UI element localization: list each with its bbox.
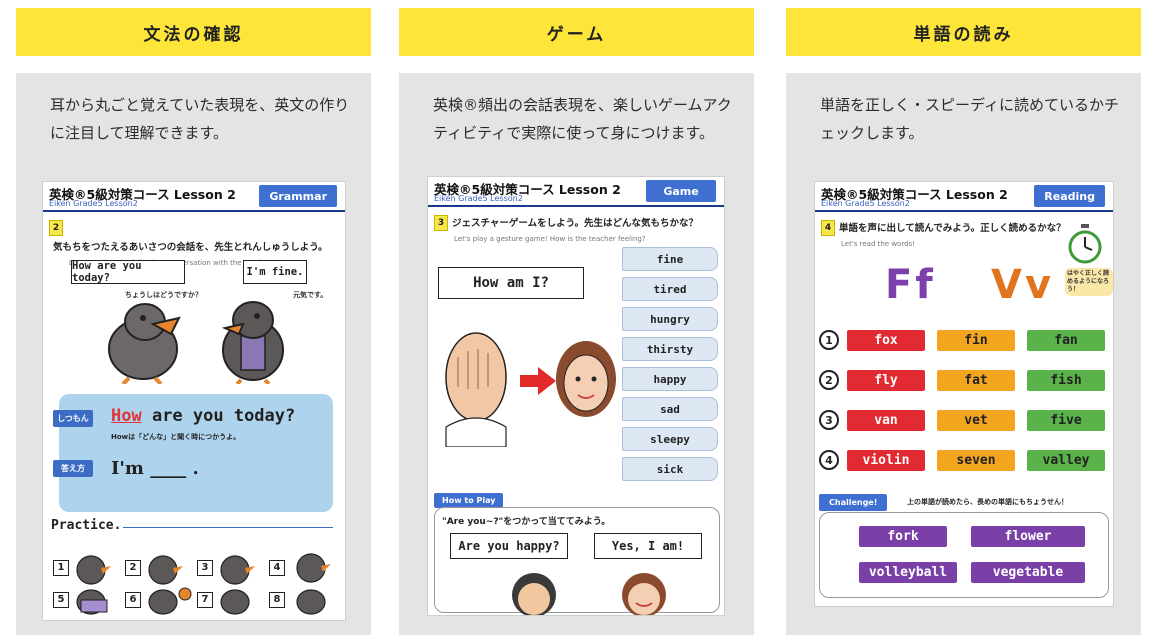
feeling-word-tab[interactable]: sick [622,457,718,481]
word-cell-v[interactable]: vet [937,410,1015,431]
word-cell-v[interactable]: five [1027,410,1105,431]
practice-heading: Practice. [51,518,122,533]
speech-bubble-teacher: How am I? [438,267,584,299]
lesson-screenshot-game: 英検®5級対策コース Lesson 2 Eiken Grade5 Lesson2… [427,176,725,616]
grammar-answer: I'm ____ . [111,458,199,479]
row-number: 4 [819,450,839,470]
word-cell-f[interactable]: fin [937,330,1015,351]
word-cell-f[interactable]: fish [1027,370,1105,391]
word-cell-f[interactable]: fan [1027,330,1105,351]
feeling-word-tab[interactable]: happy [622,367,718,391]
children-faces-illustration [512,573,666,615]
question-text: 単語を声に出して読んでみよう。正しく読めるかな？ [839,223,1066,234]
column-description: 単語を正しく・スピーディに読めているかチェックします。 [820,96,1119,142]
challenge-word[interactable]: vegetable [971,562,1085,583]
column-title: 単語の読み [786,8,1141,56]
question-number: 4 [821,220,835,236]
challenge-word[interactable]: fork [859,526,947,547]
question-text: ジェスチャーゲームをしよう。先生はどんな気もちかな？ [452,218,699,229]
practice-duck-illustrations [76,553,331,615]
word-cell-f[interactable]: fly [847,370,925,391]
feeling-word-tab[interactable]: hungry [622,307,718,331]
row-number: 1 [819,330,839,350]
column-title: 文法の確認 [16,8,371,56]
answer-label: 答え方 [53,460,93,477]
lesson-subtitle: Eiken Grade5 Lesson2 [434,194,523,203]
column-title: ゲーム [399,8,754,56]
challenge-text: 上の単語が読めたら、長めの単語にもちょうせん！ [907,498,1068,506]
question-label: しつもん [53,410,93,427]
lesson-subtitle: Eiken Grade5 Lesson2 [821,199,910,208]
lesson-screenshot-reading: 英検®5級対策コース Lesson 2 Eiken Grade5 Lesson2… [814,181,1114,607]
word-cell-v[interactable]: valley [1027,450,1105,471]
speech-bubble-left: How are you today? [71,260,185,284]
column-description: 英検®頻出の会話表現を、楽しいゲームアクティビティで実際に使って身につけます。 [433,96,732,142]
row-number: 3 [819,410,839,430]
row-number: 2 [819,370,839,390]
column-description: 耳から丸ごと覚えていた表現を、英文の作りに注目して理解できます。 [50,96,350,142]
gesture-illustration [445,332,616,447]
letter-pair-f: Ff [885,262,936,308]
grammar-question-keyword: How [111,406,142,426]
practice-number: 5 [53,592,69,608]
feeling-word-tab[interactable]: thirsty [622,337,718,361]
grammar-point-box: しつもん How are you today? Howは「どんな」と聞く時につか… [53,394,333,512]
word-cell-v[interactable]: van [847,410,925,431]
word-cell-f[interactable]: fox [847,330,925,351]
stopwatch-icon [1068,224,1102,264]
practice-number: 1 [53,560,69,576]
word-cell-f[interactable]: fat [937,370,1015,391]
question-number: 2 [49,220,63,236]
letter-pair-v: Vv [991,262,1055,308]
lesson-subtitle: Eiken Grade5 Lesson2 [49,199,138,208]
practice-divider [123,527,333,528]
duck-character-right-illustration [221,301,284,384]
challenge-label: Challenge! [819,494,888,511]
speech-bubble-answer: Yes, I am! [594,533,702,559]
how-to-play-text: "Are you~?"をつかって当ててみよう。 [442,517,611,527]
grammar-question: How are you today? [111,406,295,426]
duck-character-left-illustration [108,303,181,384]
section-tag-reading: Reading [1034,185,1105,207]
section-tag-grammar: Grammar [259,185,337,207]
lesson-header: 英検®5級対策コース Lesson 2 Eiken Grade5 Lesson2… [43,182,345,212]
how-to-play-label: How to Play [434,493,504,508]
challenge-box [819,512,1109,598]
column-card: 英検®頻出の会話表現を、楽しいゲームアクティビティで実際に使って身につけます。 … [399,73,754,635]
question-row: 3 ジェスチャーゲームをしよう。先生はどんな気もちかな？ Let's play a… [434,215,718,243]
speech-bubble-question: Are you happy? [450,533,568,559]
feature-column-reading: 単語の読み 単語を正しく・スピーディに読めているかチェックします。 英検®5級対… [786,8,1141,635]
challenge-word[interactable]: flower [971,526,1085,547]
word-cell-v[interactable]: violin [847,450,925,471]
question-english: Let's play a gesture game! How is the te… [454,235,646,243]
feeling-word-tab[interactable]: sad [622,397,718,421]
feature-column-grammar: 文法の確認 耳から丸ごと覚えていた表現を、英文の作りに注目して理解できます。 英… [16,8,371,635]
feature-column-game: ゲーム 英検®頻出の会話表現を、楽しいゲームアクティビティで実際に使って身につけ… [399,8,754,635]
column-card: 耳から丸ごと覚えていた表現を、英文の作りに注目して理解できます。 英検®5級対策… [16,73,371,635]
feeling-word-tab[interactable]: tired [622,277,718,301]
lesson-header: 英検®5級対策コース Lesson 2 Eiken Grade5 Lesson2… [428,177,724,207]
feeling-word-tab[interactable]: sleepy [622,427,718,451]
grammar-question-rest: are you today? [141,406,296,426]
lesson-screenshot-grammar: 英検®5級対策コース Lesson 2 Eiken Grade5 Lesson2… [42,181,346,621]
speech-bubble-right: I'm fine. [243,260,307,284]
question-number: 3 [434,215,448,231]
timer-note: はやく正しく読めるようになろう！ [1065,268,1113,296]
lesson-header: 英検®5級対策コース Lesson 2 Eiken Grade5 Lesson2… [815,182,1113,212]
question-text: 気もちをつたえるあいさつの会話を、先生とれんしゅうしよう。 [53,242,328,253]
grammar-note: Howは「どんな」と聞く時につかうよ。 [111,433,241,441]
section-tag-game: Game [646,180,716,202]
feeling-word-tab[interactable]: fine [622,247,718,271]
column-card: 単語を正しく・スピーディに読めているかチェックします。 英検®5級対策コース L… [786,73,1141,635]
challenge-word[interactable]: volleyball [859,562,957,583]
question-row: 4 単語を声に出して読んでみよう。正しく読めるかな？ Let's read the… [821,220,1107,248]
word-cell-v[interactable]: seven [937,450,1015,471]
